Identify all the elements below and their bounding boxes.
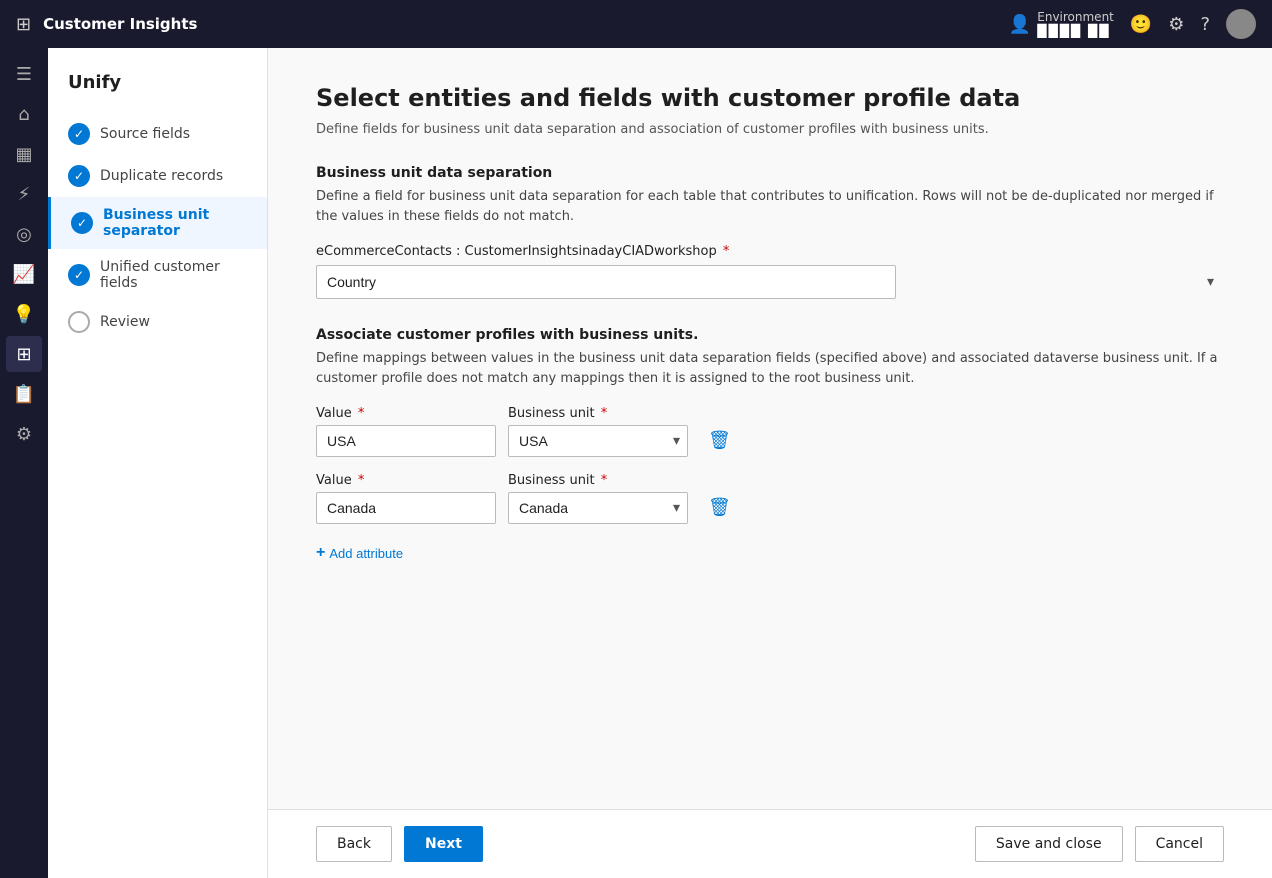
sidebar: Unify ✓ Source fields ✓ Duplicate record…: [48, 48, 268, 878]
add-attribute-label: Add attribute: [329, 546, 403, 561]
next-button[interactable]: Next: [404, 826, 483, 862]
rail-chart-icon[interactable]: 📈: [6, 256, 42, 292]
rail-settings-icon[interactable]: ⚙: [6, 416, 42, 452]
unit-label-1: Business unit *: [508, 406, 688, 421]
smiley-icon[interactable]: 🙂: [1130, 14, 1152, 35]
sidebar-step-label-duplicate: Duplicate records: [100, 168, 223, 184]
country-dropdown-wrap: Country ▾: [316, 265, 1224, 299]
sidebar-step-label-business: Business unit separator: [103, 207, 247, 239]
back-button[interactable]: Back: [316, 826, 392, 862]
rail-analytics-icon[interactable]: ⚡: [6, 176, 42, 212]
associate-section-title: Associate customer profiles with busines…: [316, 327, 1224, 343]
main-content: Select entities and fields with customer…: [268, 48, 1272, 878]
page-title: Select entities and fields with customer…: [316, 84, 1224, 112]
footer: Back Next Save and close Cancel: [268, 809, 1272, 878]
page-subtitle: Define fields for business unit data sep…: [316, 122, 1224, 137]
footer-right: Save and close Cancel: [975, 826, 1224, 862]
save-and-close-button[interactable]: Save and close: [975, 826, 1123, 862]
environment-label: Environment: [1037, 10, 1114, 24]
rail-menu-icon[interactable]: ☰: [6, 56, 42, 92]
associate-section-desc: Define mappings between values in the bu…: [316, 349, 1224, 388]
sidebar-step-unified-fields[interactable]: ✓ Unified customer fields: [48, 249, 267, 301]
value-input-1[interactable]: [316, 425, 496, 457]
unit-required-star-2: *: [601, 473, 608, 488]
country-dropdown[interactable]: Country: [316, 265, 896, 299]
delete-row-1-button[interactable]: 🗑: [700, 424, 739, 457]
unit-label-2: Business unit *: [508, 473, 688, 488]
settings-icon[interactable]: ⚙: [1168, 14, 1184, 35]
ecommerce-field-required-star: *: [723, 244, 730, 259]
sidebar-step-source-fields[interactable]: ✓ Source fields: [48, 113, 267, 155]
environment-info: 👤 Environment ████ ██: [1009, 10, 1114, 39]
app-title: Customer Insights: [43, 15, 197, 33]
associate-section: Associate customer profiles with busines…: [316, 327, 1224, 566]
unit-select-1[interactable]: USA: [508, 425, 688, 457]
mapping-row-1: Value * Business unit * USA: [316, 406, 1224, 457]
mapping-col-value-2: Value *: [316, 473, 496, 524]
rail-dashboard-icon[interactable]: ▦: [6, 136, 42, 172]
unit-select-wrap-1: USA ▾: [508, 425, 688, 457]
mapping-col-unit-1: Business unit * USA ▾: [508, 406, 688, 457]
cancel-button[interactable]: Cancel: [1135, 826, 1224, 862]
rail-bulb-icon[interactable]: 💡: [6, 296, 42, 332]
value-required-star-2: *: [358, 473, 365, 488]
mapping-row-2: Value * Business unit * Canada: [316, 473, 1224, 524]
step-circle-unified: ✓: [68, 264, 90, 286]
unit-required-star-1: *: [601, 406, 608, 421]
add-attribute-button[interactable]: + Add attribute: [316, 540, 403, 566]
sidebar-step-label-review: Review: [100, 314, 150, 330]
business-unit-section: Business unit data separation Define a f…: [316, 165, 1224, 299]
sidebar-step-label-unified: Unified customer fields: [100, 259, 247, 291]
value-required-star-1: *: [358, 406, 365, 421]
mapping-col-unit-2: Business unit * Canada ▾: [508, 473, 688, 524]
value-label-1: Value *: [316, 406, 496, 421]
ecommerce-field-label: eCommerceContacts : CustomerInsightsinad…: [316, 244, 1224, 259]
business-unit-section-title: Business unit data separation: [316, 165, 1224, 181]
sidebar-step-label-source: Source fields: [100, 126, 190, 142]
step-circle-business: ✓: [71, 212, 93, 234]
sidebar-step-business-unit[interactable]: ✓ Business unit separator: [48, 197, 267, 249]
value-label-2: Value *: [316, 473, 496, 488]
sidebar-step-duplicate-records[interactable]: ✓ Duplicate records: [48, 155, 267, 197]
left-rail: ☰ ⌂ ▦ ⚡ ◎ 📈 💡 ⊞ 📋 ⚙: [0, 48, 48, 878]
rail-home-icon[interactable]: ⌂: [6, 96, 42, 132]
rail-data-icon[interactable]: ⊞: [6, 336, 42, 372]
topnav-right-section: 👤 Environment ████ ██ 🙂 ⚙ ?: [1009, 9, 1256, 39]
step-circle-duplicate: ✓: [68, 165, 90, 187]
unit-select-2[interactable]: Canada: [508, 492, 688, 524]
body-layout: ☰ ⌂ ▦ ⚡ ◎ 📈 💡 ⊞ 📋 ⚙ Unify ✓ Source field…: [0, 48, 1272, 878]
business-unit-section-desc: Define a field for business unit data se…: [316, 187, 1224, 226]
step-circle-review: [68, 311, 90, 333]
environment-value: ████ ██: [1037, 24, 1114, 38]
plus-icon: +: [316, 544, 325, 562]
step-circle-source: ✓: [68, 123, 90, 145]
user-avatar[interactable]: [1226, 9, 1256, 39]
delete-row-2-button[interactable]: 🗑: [700, 491, 739, 524]
sidebar-step-review[interactable]: Review: [48, 301, 267, 343]
main-scroll: Select entities and fields with customer…: [268, 48, 1272, 809]
top-navigation: ⊞ Customer Insights 👤 Environment ████ █…: [0, 0, 1272, 48]
mapping-col-value-1: Value *: [316, 406, 496, 457]
unit-select-wrap-2: Canada ▾: [508, 492, 688, 524]
grid-icon[interactable]: ⊞: [16, 14, 31, 35]
value-input-2[interactable]: [316, 492, 496, 524]
rail-target-icon[interactable]: ◎: [6, 216, 42, 252]
help-icon[interactable]: ?: [1200, 14, 1210, 35]
environment-icon: 👤: [1009, 14, 1031, 35]
rail-report-icon[interactable]: 📋: [6, 376, 42, 412]
sidebar-header: Unify: [48, 64, 267, 113]
country-dropdown-chevron: ▾: [1207, 274, 1214, 290]
